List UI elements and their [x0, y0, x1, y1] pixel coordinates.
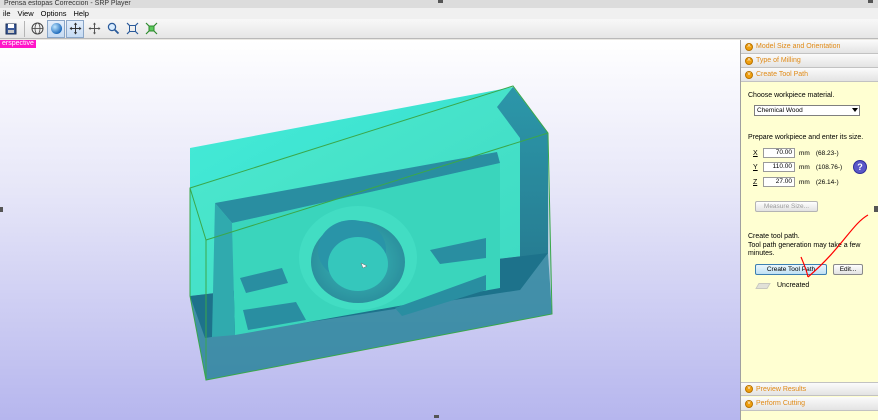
section-label: Type of Milling	[756, 57, 801, 64]
section-tool-path[interactable]: ˅ Create Tool Path	[741, 68, 878, 82]
prepare-label: Prepare workpiece and enter its size.	[748, 134, 864, 141]
dim-row-z: Z 27.00 mm (26.14-)	[753, 177, 839, 187]
toolpath-label: Create tool path.	[748, 233, 800, 240]
tool-panel: ˄ Model Size and Orientation ˄ Type of M…	[740, 40, 878, 420]
zoom-icon[interactable]	[104, 20, 122, 38]
toolbar-separator	[24, 20, 25, 37]
chevron-up-icon: ˄	[745, 42, 753, 51]
dim-z-input[interactable]: 27.00	[763, 177, 795, 187]
measured-value: (26.14-)	[815, 178, 839, 186]
section-label: Preview Results	[756, 385, 807, 393]
toolpath-note-2: minutes.	[748, 250, 775, 257]
section-preview[interactable]: ˅ Preview Results	[741, 382, 878, 396]
sphere-icon[interactable]	[47, 19, 65, 38]
material-select[interactable]: Chemical Wood	[754, 105, 860, 116]
viewport-grip-left	[0, 207, 3, 212]
axis-label: Y	[753, 163, 758, 171]
menu-help[interactable]: Help	[71, 9, 93, 18]
pan-icon[interactable]	[85, 20, 103, 38]
menu-bar: ile View Options Help	[0, 8, 878, 19]
unit-label: mm	[799, 163, 810, 171]
material-select-value: Chemical Wood	[757, 107, 803, 114]
measure-size-button[interactable]: Measure Size...	[755, 201, 818, 212]
axis-label: X	[753, 149, 758, 157]
dim-row-y: Y 110.00 mm (108.76-)	[753, 162, 842, 172]
chevron-down-icon: ˅	[745, 399, 753, 408]
chevron-up-icon: ˄	[745, 56, 753, 65]
viewport-grip-bottom	[434, 415, 439, 418]
dim-x-input[interactable]: 70.00	[763, 148, 795, 158]
toolpath-note: Tool path generation may take a few	[748, 242, 861, 249]
measured-value: (108.76-)	[815, 163, 843, 171]
section-model-size[interactable]: ˄ Model Size and Orientation	[741, 40, 878, 54]
axis-label: Z	[753, 178, 758, 186]
rotate-icon[interactable]	[66, 19, 84, 38]
top-grip-right	[868, 0, 873, 3]
chevron-down-icon	[852, 108, 858, 112]
section-label: Create Tool Path	[756, 71, 809, 78]
zoom-extents-icon[interactable]	[142, 20, 160, 38]
unit-label: mm	[799, 178, 810, 186]
globe-icon[interactable]	[28, 20, 46, 38]
create-tool-path-button[interactable]: Create Tool Path	[755, 264, 827, 275]
toolpath-status-icon	[755, 283, 771, 289]
menu-file[interactable]: ile	[0, 9, 15, 18]
chevron-down-icon: ˅	[745, 385, 753, 393]
top-grip	[438, 0, 443, 3]
dim-y-input[interactable]: 110.00	[763, 162, 795, 172]
save-icon[interactable]	[2, 20, 20, 38]
dim-row-x: X 70.00 mm (68.23-)	[753, 148, 839, 158]
section-label: Model Size and Orientation	[756, 43, 841, 50]
model-render	[189, 85, 553, 381]
unit-label: mm	[799, 149, 810, 157]
toolpath-status: Uncreated	[777, 282, 810, 289]
fit-icon[interactable]	[123, 20, 141, 38]
help-icon[interactable]: ?	[853, 160, 867, 174]
toolbar	[0, 19, 878, 39]
menu-view[interactable]: View	[15, 9, 38, 18]
measured-value: (68.23-)	[815, 149, 839, 157]
edit-button[interactable]: Edit...	[833, 264, 863, 275]
chevron-down-icon: ˅	[745, 70, 753, 79]
section-label: Perform Cutting	[756, 400, 806, 407]
section-perform-cutting[interactable]: ˅ Perform Cutting	[741, 397, 878, 411]
panel-grip-right	[874, 206, 878, 212]
section-milling-type[interactable]: ˄ Type of Milling	[741, 54, 878, 68]
3d-viewport[interactable]: erspective	[0, 40, 740, 420]
material-label: Choose workpiece material.	[748, 92, 835, 99]
menu-options[interactable]: Options	[38, 9, 71, 18]
